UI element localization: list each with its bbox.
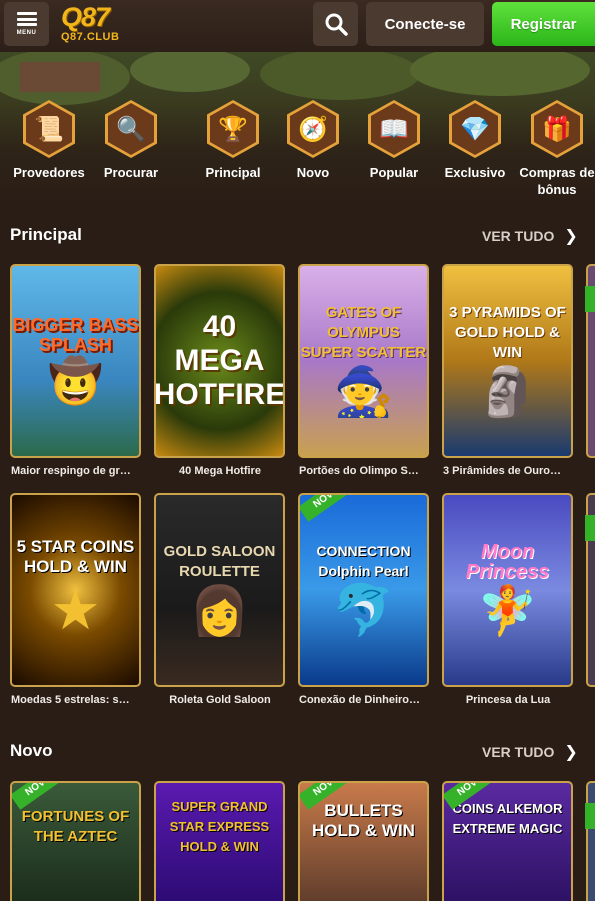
section-title-principal: Principal — [10, 225, 82, 244]
game-card[interactable]: GOLD SALOON ROULETTE 👩 — [154, 493, 285, 687]
logo-domain-text: Q87.CLUB — [61, 31, 120, 43]
category-main[interactable]: 🏆 Principal — [193, 100, 273, 181]
category-label: Provedores — [13, 165, 85, 180]
game-art: Moon Princess 🧚 — [465, 540, 550, 638]
top-header: MENU Q87 Q87.CLUB Conecte-se Registrar — [0, 0, 595, 52]
scroll-icon: 📜 — [26, 103, 72, 155]
category-new[interactable]: 🧭 Novo — [273, 100, 353, 181]
book-icon: 📖 — [371, 103, 417, 155]
gift-icon: 🎁 — [534, 103, 580, 155]
section-title-novo: Novo — [10, 741, 53, 760]
game-name: Portões do Olimpo S… — [299, 465, 419, 477]
category-label: Novo — [296, 165, 330, 180]
game-card[interactable]: SUPER GRAND STAR EXPRESS HOLD & WIN — [154, 781, 285, 901]
game-name: Roleta Gold Saloon — [169, 694, 271, 706]
game-name: Conexão de Dinheiro… — [299, 694, 421, 706]
laurel-icon: 🏆 — [210, 103, 256, 155]
see-all-label: VER TUDO — [482, 744, 555, 760]
game-name: Moedas 5 estrelas: s… — [11, 694, 130, 706]
game-name: Princesa da Lua — [465, 694, 551, 706]
register-button[interactable]: Registrar — [492, 2, 595, 46]
game-art: 5 STAR COINS HOLD & WIN ★ — [16, 537, 135, 641]
game-card[interactable]: FORTUNES OF THE AZTEC NOVO — [10, 781, 141, 901]
menu-label: MENU — [16, 30, 37, 36]
game-card[interactable]: 5 STAR COINS HOLD & WIN ★ — [10, 493, 141, 687]
game-name: 3 Pirâmides de Ouro… — [443, 465, 561, 477]
game-art: GATES OF OLYMPUS SUPER SCATTER 🧙 — [300, 303, 427, 419]
novo-ribbon-partial — [585, 515, 595, 541]
search-icon — [325, 13, 348, 36]
game-card[interactable]: Moon Princess 🧚 — [442, 493, 573, 687]
game-art: GOLD SALOON ROULETTE 👩 — [163, 542, 276, 638]
category-label: Principal — [205, 165, 261, 180]
category-bonus-buy[interactable]: 🎁 Compras de bônus — [515, 100, 595, 198]
magnifier-icon: 🔍 — [108, 103, 154, 155]
chevron-right-icon: ❯ — [564, 744, 578, 761]
gem-icon: 💎 — [452, 103, 498, 155]
game-card[interactable]: BULLETS HOLD & WIN NOVO — [298, 781, 429, 901]
category-popular[interactable]: 📖 Popular — [354, 100, 434, 181]
hamburger-icon — [16, 12, 37, 26]
game-card[interactable]: 40 MEGA HOTFIRE — [154, 264, 285, 458]
menu-button[interactable]: MENU — [4, 2, 49, 46]
login-button[interactable]: Conecte-se — [366, 2, 484, 46]
category-label: Exclusivo — [444, 165, 506, 180]
category-label: Procurar — [103, 165, 159, 180]
game-card[interactable]: GATES OF OLYMPUS SUPER SCATTER 🧙 — [298, 264, 429, 458]
category-label: Popular — [369, 165, 419, 180]
game-art: SUPER GRAND STAR EXPRESS HOLD & WIN — [169, 799, 270, 854]
category-search[interactable]: 🔍 Procurar — [91, 100, 171, 181]
site-logo[interactable]: Q87 Q87.CLUB — [61, 3, 119, 43]
see-all-principal[interactable]: VER TUDO ❯ — [482, 226, 578, 246]
category-exclusive[interactable]: 💎 Exclusivo — [435, 100, 515, 181]
game-name: Maior respingo de gr… — [11, 465, 131, 477]
logo-main-text: Q87 — [61, 2, 110, 32]
game-art: 3 PYRAMIDS OF GOLD HOLD & WIN 🗿 — [449, 303, 566, 419]
game-art: BIGGER BASS SPLASH 🤠 — [12, 315, 139, 406]
game-name: 40 Mega Hotfire — [179, 465, 261, 477]
novo-ribbon-partial — [585, 803, 595, 829]
chevron-right-icon: ❯ — [564, 228, 578, 245]
game-card[interactable]: BIGGER BASS SPLASH 🤠 — [10, 264, 141, 458]
game-art: 40 MEGA HOTFIRE — [154, 310, 285, 411]
game-art: CONNECTION Dolphin Pearl 🐬 — [316, 542, 411, 638]
game-card[interactable]: CONNECTION Dolphin Pearl 🐬 NOVO — [298, 493, 429, 687]
see-all-label: VER TUDO — [482, 228, 555, 244]
novo-ribbon-partial — [585, 286, 595, 312]
game-card-partial[interactable] — [586, 781, 595, 901]
game-card[interactable]: 3 PYRAMIDS OF GOLD HOLD & WIN 🗿 — [442, 264, 573, 458]
compass-icon: 🧭 — [290, 103, 336, 155]
category-label: Compras de bônus — [519, 165, 595, 197]
search-button[interactable] — [313, 2, 358, 46]
see-all-novo[interactable]: VER TUDO ❯ — [482, 742, 578, 762]
category-providers[interactable]: 📜 Provedores — [9, 100, 89, 181]
game-card[interactable]: COINS ALKEMOR EXTREME MAGIC NOVO — [442, 781, 573, 901]
